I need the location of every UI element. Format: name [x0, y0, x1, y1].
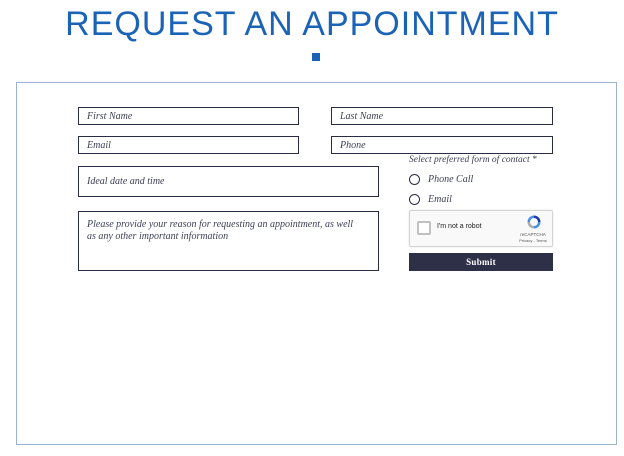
submit-button[interactable]: Submit	[409, 253, 553, 271]
last-name-placeholder: Last Name	[340, 110, 384, 122]
recaptcha-checkbox[interactable]	[417, 221, 431, 235]
recaptcha-label: I'm not a robot	[437, 223, 482, 230]
recaptcha-brand: reCAPTCHA	[520, 232, 546, 237]
email-placeholder: Email	[87, 139, 111, 151]
radio-phone-call[interactable]	[409, 174, 420, 185]
email-field[interactable]: Email	[78, 136, 299, 154]
recaptcha-privacy-terms[interactable]: Privacy - Terms	[514, 238, 552, 243]
date-time-field[interactable]: Ideal date and time	[78, 166, 379, 197]
recaptcha-widget: I'm not a robot reCAPTCHA Privacy - Term…	[409, 210, 553, 247]
last-name-field[interactable]: Last Name	[331, 107, 553, 125]
contact-option-email[interactable]: Email	[409, 194, 452, 205]
first-name-field[interactable]: First Name	[78, 107, 299, 125]
date-time-placeholder: Ideal date and time	[87, 176, 165, 187]
reason-placeholder: Please provide your reason for requestin…	[87, 219, 354, 242]
recaptcha-logo-icon	[527, 215, 541, 229]
page-title: REQUEST AN APPOINTMENT	[65, 5, 559, 43]
reason-textarea[interactable]: Please provide your reason for requestin…	[78, 211, 379, 271]
phone-field[interactable]: Phone	[331, 136, 553, 154]
contact-method-label: Select preferred form of contact *	[409, 155, 537, 165]
contact-option-phone[interactable]: Phone Call	[409, 174, 473, 185]
title-decoration	[312, 53, 320, 61]
first-name-placeholder: First Name	[87, 110, 133, 122]
radio-phone-call-label: Phone Call	[428, 174, 474, 185]
phone-placeholder: Phone	[340, 139, 366, 151]
radio-email[interactable]	[409, 194, 420, 205]
radio-email-label: Email	[428, 194, 452, 205]
